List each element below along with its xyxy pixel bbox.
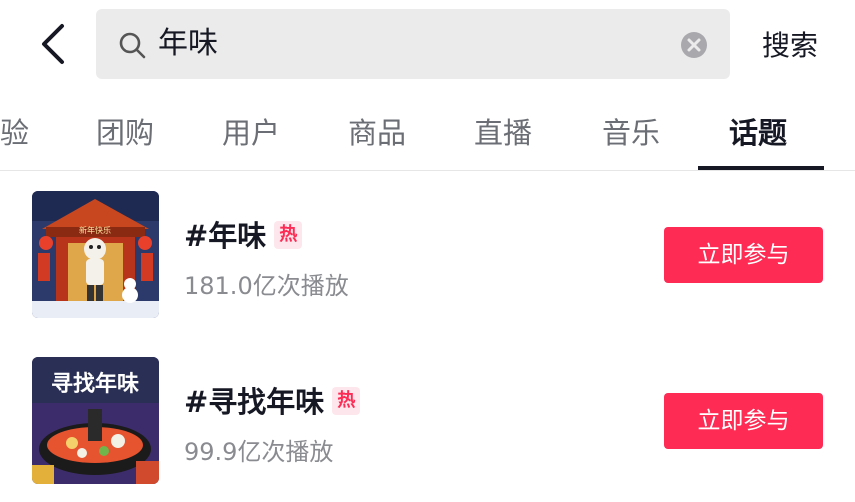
topic-play-count: 99.9亿次播放 (184, 438, 334, 466)
category-tabs: 验 团购 用户 商品 直播 音乐 话题 (0, 96, 855, 171)
topic-title: #年味热 (184, 213, 303, 255)
topic-title-text: #寻找年味 (184, 385, 325, 419)
search-box[interactable] (96, 9, 730, 79)
join-topic-button[interactable]: 立即参与 (664, 393, 823, 449)
top-bar: 搜索 (0, 0, 855, 95)
hot-badge: 热 (332, 387, 361, 415)
tab-live[interactable]: 直播 (474, 110, 532, 152)
topic-thumbnail: 新年快乐 (32, 191, 159, 318)
thumbnail-title-text: 寻找年味 (51, 371, 139, 397)
back-arrow-icon[interactable] (32, 22, 76, 66)
search-input[interactable] (158, 9, 678, 79)
topic-row[interactable]: 新年快乐 #年味热 181.0亿次播放 立即参与 (0, 191, 855, 321)
search-button[interactable]: 搜索 (762, 24, 818, 64)
active-tab-indicator (698, 166, 824, 170)
tab-group-buy[interactable]: 团购 (96, 110, 154, 152)
search-icon (118, 31, 146, 59)
tab-products[interactable]: 商品 (348, 110, 406, 152)
tab-users[interactable]: 用户 (222, 110, 280, 152)
tab-topics[interactable]: 话题 (729, 110, 787, 152)
clear-icon[interactable] (680, 31, 708, 59)
join-topic-button[interactable]: 立即参与 (664, 227, 823, 283)
thumbnail-caption: 新年快乐 (79, 225, 111, 235)
tab-experience[interactable]: 验 (0, 110, 29, 152)
hot-badge: 热 (274, 221, 303, 249)
topic-thumbnail: 寻找年味 (32, 357, 159, 484)
tab-music[interactable]: 音乐 (602, 110, 660, 152)
topic-row[interactable]: 寻找年味 #寻找年味热 99.9亿次播放 立即参与 (0, 357, 855, 487)
topic-title-text: #年味 (184, 219, 267, 253)
topic-play-count: 181.0亿次播放 (184, 272, 349, 300)
topic-title: #寻找年味热 (184, 379, 361, 421)
